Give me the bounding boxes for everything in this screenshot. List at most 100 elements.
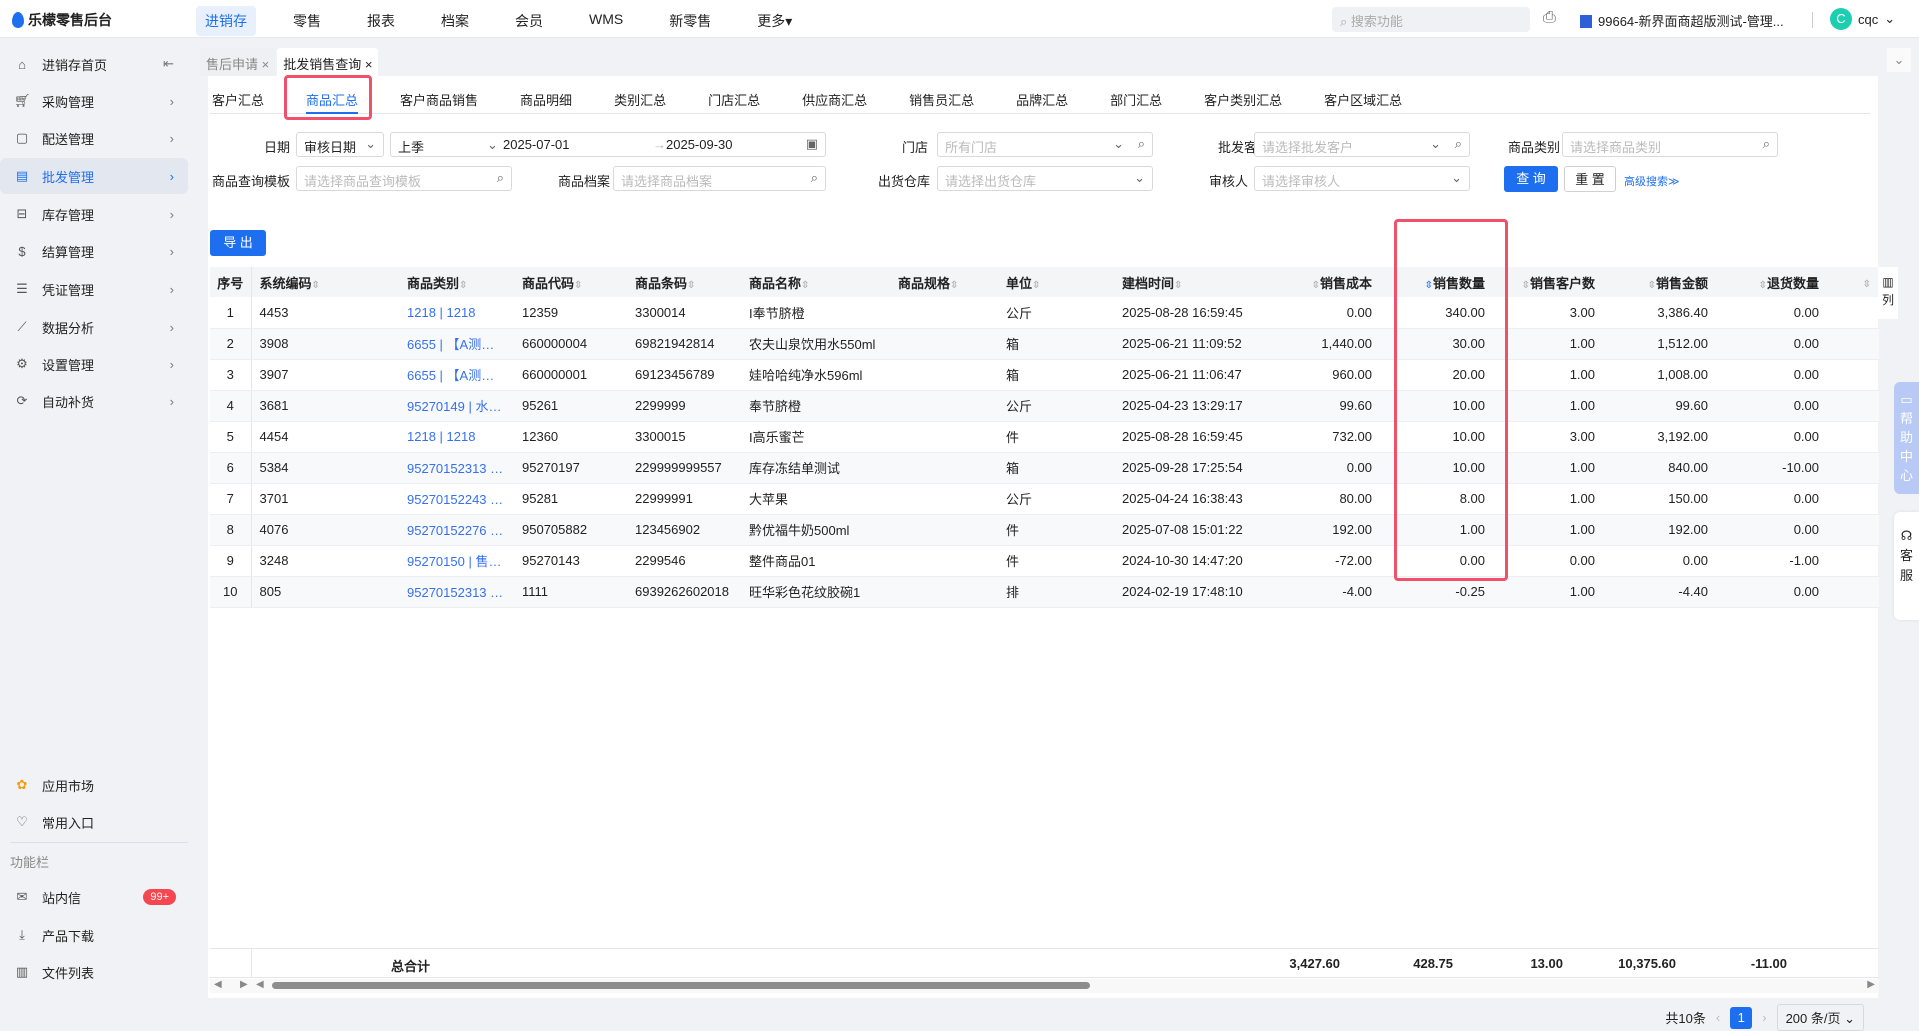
sidebar-item-voucher[interactable]: ☰ 凭证管理 › xyxy=(0,271,188,307)
category-link[interactable]: 1218 | 1218 xyxy=(383,297,514,329)
help-center-button[interactable]: ▭ 帮助中心 xyxy=(1894,382,1919,494)
category-link[interactable]: 95270152243 | 昶 xyxy=(383,483,514,515)
col-header-sortable[interactable]: 单位⇳ xyxy=(998,267,1114,297)
nav-item-more[interactable]: 更多▾ xyxy=(748,6,801,36)
column-settings-button[interactable]: ▥ 列 xyxy=(1878,267,1898,319)
sort-icon[interactable]: ⇳ xyxy=(574,280,582,291)
category-link[interactable]: 95270152313 | 华… xyxy=(383,452,514,484)
page-size-select[interactable]: 200 条/页 ⌄ xyxy=(1776,1004,1864,1031)
sort-icon[interactable]: ⇳ xyxy=(1863,279,1871,290)
category-link[interactable]: 95270152276 | 黔… xyxy=(383,514,514,546)
nav-item[interactable]: 零售 xyxy=(284,6,330,36)
store-selector[interactable]: 99664-新界面商超版测试-管理... xyxy=(1580,11,1784,30)
scroll-left-icon[interactable]: ◀ xyxy=(256,979,264,990)
sidebar-item-inventory[interactable]: ⊟ 库存管理 › xyxy=(0,196,188,232)
tab-supplier-summary[interactable]: 供应商汇总 xyxy=(802,84,867,113)
sidebar-item-wholesale[interactable]: ▤ 批发管理 › xyxy=(0,158,188,194)
close-icon[interactable]: × xyxy=(365,57,373,72)
col-header-sortable[interactable]: ⇳退货数量 xyxy=(1716,267,1827,297)
sidebar-item-settlement[interactable]: $ 结算管理 › xyxy=(0,233,188,269)
table-row[interactable]: 9 3248 95270150 | 售前… 95270143 2299546 整件商品01… xyxy=(210,545,1879,577)
col-header-sortable[interactable]: ⇳销售客户数 xyxy=(1493,267,1603,297)
search-icon[interactable]: ⌕ xyxy=(1455,136,1462,152)
nav-item[interactable]: 会员 xyxy=(506,6,552,36)
sidebar-item-home[interactable]: ⌂ 进销存首页 ⇤ xyxy=(0,46,188,82)
page-tab-wholesale-query[interactable]: 批发销售查询 × xyxy=(277,48,379,76)
page-1-button[interactable]: 1 xyxy=(1730,1006,1753,1029)
query-button[interactable]: 查 询 xyxy=(1504,166,1558,192)
col-header-sortable[interactable]: 建档时间⇳ xyxy=(1114,267,1264,297)
date-type-select[interactable]: 审核日期 ⌄ xyxy=(296,132,384,157)
sidebar-item-favorites[interactable]: ♡ 常用入口 xyxy=(0,804,188,840)
scroll-left-icon[interactable]: ◀ xyxy=(214,979,222,990)
tab-brand-summary[interactable]: 品牌汇总 xyxy=(1016,84,1068,113)
prev-page-button[interactable]: ‹ xyxy=(1716,1010,1720,1025)
date-to[interactable]: 2025-09-30 xyxy=(666,137,733,152)
sidebar-item-messages[interactable]: ✉ 站内信 99+ xyxy=(0,879,188,915)
nav-item[interactable]: 进销存 xyxy=(196,6,256,36)
app-logo[interactable]: 乐檬零售后台 xyxy=(12,10,112,30)
table-row[interactable]: 4 3681 95270149 | 水果6 95261 2299999 奉节脐橙 公斤 202… xyxy=(210,390,1879,422)
tab-category-summary[interactable]: 类别汇总 xyxy=(614,84,666,113)
store-select[interactable]: 所有门店 ⌄ ⌕ xyxy=(937,132,1153,157)
sort-icon[interactable]: ⇳ xyxy=(687,280,695,291)
function-search-input[interactable]: ⌕ 搜索功能 xyxy=(1332,7,1530,32)
table-row[interactable]: 6 5384 95270152313 | 华… 95270197 22999999955… xyxy=(210,452,1879,484)
nav-item[interactable]: 新零售 xyxy=(660,6,720,36)
category-link[interactable]: 95270149 | 水果6 xyxy=(383,390,514,422)
warehouse-select[interactable]: 请选择出货仓库 ⌄ xyxy=(937,166,1153,191)
template-select[interactable]: 请选择商品查询模板 ⌕ xyxy=(296,166,512,191)
customer-select[interactable]: 请选择批发客户 ⌄ ⌕ xyxy=(1254,132,1470,157)
reset-button[interactable]: 重 置 xyxy=(1564,166,1616,192)
col-header-sortable[interactable]: 商品规格⇳ xyxy=(890,267,998,297)
sort-icon[interactable]: ⇳ xyxy=(1174,280,1182,291)
category-link[interactable]: 6655 | 【A测试A】 xyxy=(383,328,514,360)
search-icon[interactable]: ⌕ xyxy=(811,170,818,186)
collapse-sidebar-icon[interactable]: ⇤ xyxy=(163,56,174,72)
sidebar-item-replenish[interactable]: ⟳ 自动补货 › xyxy=(0,383,188,419)
sidebar-item-distribution[interactable]: ▢ 配送管理 › xyxy=(0,120,188,156)
table-row[interactable]: 2 3908 6655 | 【A测试A】 660000004 69821942814 农夫… xyxy=(210,328,1879,360)
sort-icon[interactable]: ⇳ xyxy=(1759,280,1767,291)
sidebar-item-download[interactable]: ⤓ 产品下载 xyxy=(0,917,188,953)
sort-icon[interactable]: ⇳ xyxy=(1312,280,1320,291)
table-row[interactable]: 1 4453 1218 | 1218 12359 3300014 I奉节脐橙 公斤 2025-… xyxy=(210,297,1879,329)
tabs-dropdown-icon[interactable]: ⌄ xyxy=(1887,48,1911,72)
sort-icon[interactable]: ⇳ xyxy=(1032,280,1040,291)
sort-icon[interactable]: ⇳ xyxy=(459,280,467,291)
table-row[interactable]: 7 3701 95270152243 | 昶 95281 22999991 大苹果 公斤 20… xyxy=(210,483,1879,515)
nav-item[interactable]: 报表 xyxy=(358,6,404,36)
close-icon[interactable]: × xyxy=(262,57,270,72)
category-link[interactable]: 95270150 | 售前… xyxy=(383,545,514,577)
tab-store-summary[interactable]: 门店汇总 xyxy=(708,84,760,113)
table-row[interactable]: 5 4454 1218 | 1218 12360 3300015 I高乐蜜芒 件 2025-0… xyxy=(210,421,1879,453)
sort-icon[interactable]: ⇳ xyxy=(1648,280,1656,291)
col-header-sortable[interactable]: ⇳销售金额 xyxy=(1603,267,1716,297)
col-header-sortable[interactable]: ⇳ xyxy=(1827,267,1879,297)
search-icon[interactable]: ⌕ xyxy=(1138,136,1145,152)
user-menu[interactable]: Ccqc ⌄ xyxy=(1830,8,1895,30)
sidebar-item-analytics[interactable]: ⟋ 数据分析 › xyxy=(0,309,188,345)
sidebar-item-app-market[interactable]: ✿ 应用市场 xyxy=(0,767,188,803)
next-page-button[interactable]: › xyxy=(1762,1010,1766,1025)
category-link[interactable]: 95270152313 | 华… xyxy=(383,576,514,608)
tab-customer-summary[interactable]: 客户汇总 xyxy=(212,84,264,113)
export-button[interactable]: 导 出 xyxy=(210,230,266,256)
tab-department-summary[interactable]: 部门汇总 xyxy=(1110,84,1162,113)
scrollbar-thumb[interactable] xyxy=(272,982,1090,989)
col-header-sortable[interactable]: 商品类别⇳ xyxy=(383,267,514,297)
auditor-select[interactable]: 请选择审核人 ⌄ xyxy=(1254,166,1470,191)
tab-customer-region-summary[interactable]: 客户区域汇总 xyxy=(1324,84,1402,113)
product-select[interactable]: 请选择商品档案 ⌕ xyxy=(613,166,826,191)
tab-customer-product-sales[interactable]: 客户商品销售 xyxy=(400,84,478,113)
tab-product-detail[interactable]: 商品明细 xyxy=(520,84,572,113)
sidebar-item-files[interactable]: ▥ 文件列表 xyxy=(0,954,188,990)
category-select[interactable]: 请选择商品类别 ⌕ xyxy=(1562,132,1778,157)
advanced-search-link[interactable]: 高级搜索≫ xyxy=(1624,173,1680,189)
scroll-right-icon[interactable]: ▶ xyxy=(240,979,248,990)
table-row[interactable]: 8 4076 95270152276 | 黔… 950705882 123456902 黔… xyxy=(210,514,1879,546)
sidebar-item-settings[interactable]: ⚙ 设置管理 › xyxy=(0,346,188,382)
nav-item[interactable]: WMS xyxy=(580,6,632,36)
search-icon[interactable]: ⌕ xyxy=(1763,136,1770,152)
col-header-sortable[interactable]: 商品条码⇳ xyxy=(627,267,741,297)
